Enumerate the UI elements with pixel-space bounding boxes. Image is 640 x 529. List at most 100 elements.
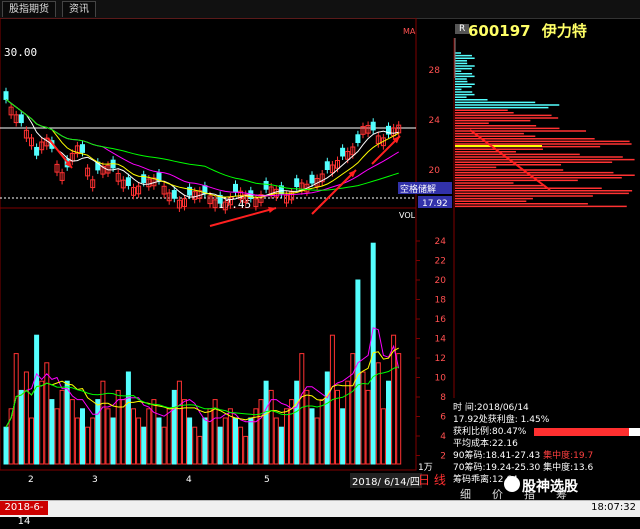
volume-bar [365, 389, 371, 465]
volume-bar [284, 408, 289, 465]
volume-bar [105, 408, 111, 465]
volume-bar [18, 389, 24, 465]
info-avgcost: 平均成本:22.16 [453, 439, 518, 449]
candle-body [309, 174, 315, 184]
volume-bar [197, 435, 203, 465]
info-conc90: 集中度:19.7 [543, 451, 594, 461]
wechat-icon [504, 476, 520, 492]
volume-bar [39, 380, 45, 465]
annotation-arrow-2 [311, 169, 357, 215]
info-ratio: 获利比例:80.47% [453, 427, 527, 437]
volume-bar [396, 353, 402, 465]
volume-bar [335, 389, 340, 465]
volume-bar [360, 371, 366, 465]
vol-axis-label: 20 [435, 276, 447, 286]
volume-bar [125, 371, 131, 465]
volume-bar [80, 408, 85, 465]
candle-body [324, 161, 330, 171]
volume-bar [304, 389, 310, 465]
kline-chart-area[interactable]: 30.0017.45MAVOL1万28242024222018161412108… [0, 18, 452, 488]
tab-news[interactable]: 资讯 [62, 1, 96, 17]
period-label[interactable]: 日 线 [418, 471, 446, 488]
vol-label: VOL [399, 211, 416, 220]
ratio-bar-rest [629, 427, 640, 436]
ma10-line [5, 99, 399, 198]
volume-bar [120, 399, 126, 465]
vol-axis-label: 2 [440, 452, 446, 462]
candle-body [355, 134, 361, 143]
vol-axis-label: 22 [435, 257, 446, 267]
watermark: 股神选股 [522, 479, 578, 495]
volume-bar [54, 408, 60, 465]
vol-axis-label: 12 [435, 354, 446, 364]
volume-bar [141, 426, 147, 465]
volume-bar [85, 426, 91, 465]
volume-bar [64, 380, 70, 465]
vol-axis-label: 8 [440, 393, 446, 403]
price-axis-label: 28 [429, 66, 441, 76]
candle-body [263, 180, 269, 190]
stock-title: 600197 伊力特 [468, 20, 587, 41]
volume-bar [49, 399, 55, 465]
volume-bar [69, 399, 75, 465]
info-chip90-row: 90筹码:18.41-27.43 集中度:19.7 [453, 450, 639, 462]
date-range: 2018/ 6/14/四 [350, 473, 422, 488]
volume-bar [202, 417, 208, 465]
volume-bar [90, 417, 96, 465]
candle-body [171, 190, 177, 199]
volume-bar [278, 426, 284, 465]
tab-index-futures[interactable]: 股指期货 [2, 1, 56, 17]
volume-bar [34, 334, 40, 465]
info-chip70-row: 70筹码:19.24-25.30 集中度:13.6 [453, 462, 639, 474]
volume-bar [243, 435, 249, 465]
x-axis-label: 5 [264, 475, 270, 485]
volume-bar [233, 417, 238, 465]
volume-bar [324, 371, 330, 465]
volume-bar [176, 380, 182, 465]
volume-bar [355, 279, 361, 465]
volume-bar [29, 417, 34, 465]
volume-bar [156, 417, 162, 465]
price-axis-label: 24 [429, 116, 441, 126]
volume-bar [187, 417, 193, 465]
volume-bar [380, 408, 386, 465]
volume-bar [182, 399, 187, 465]
price-right-label: 17.92 [422, 199, 448, 209]
volume-bar [319, 399, 325, 465]
volume-bar [222, 417, 228, 465]
stock-code: 600197 [468, 22, 531, 40]
candle-body [34, 146, 40, 156]
volume-bar [44, 362, 50, 465]
info-chip70: 70筹码:19.24-25.30 [453, 463, 541, 473]
vol-axis-label: 14 [435, 335, 447, 345]
stock-name: 伊力特 [541, 22, 587, 40]
volume-bar [386, 380, 391, 465]
volume-bar [74, 417, 80, 465]
volume-bar [294, 380, 300, 465]
candle-body [18, 114, 24, 124]
status-bar [0, 500, 640, 517]
info-conc70: 集中度:13.6 [543, 463, 594, 473]
volume-bar [110, 417, 116, 465]
volume-bar [166, 408, 172, 465]
volume-bar [95, 399, 101, 465]
info-time: 时 间:2018/06/14 [453, 403, 529, 413]
ma20-line [5, 99, 399, 197]
volume-bar [309, 408, 315, 465]
status-date: 2018-6-14 [0, 501, 48, 527]
volume-bar [192, 426, 198, 465]
volume-bar [146, 408, 152, 465]
info-ratio-row: 获利比例:80.47% [453, 426, 640, 438]
vol-axis-label: 10 [435, 374, 447, 384]
popup-label: 空格储解 [400, 183, 436, 195]
volume-bar [375, 362, 381, 465]
ratio-bar [534, 427, 630, 436]
price-high-label: 30.00 [4, 46, 37, 59]
info-chip90: 90筹码:18.41-27.43 [453, 451, 541, 461]
vol-axis-label: 4 [440, 432, 446, 442]
vol-axis-label: 24 [435, 237, 447, 247]
candle-body [125, 177, 131, 186]
volume-bar [340, 408, 346, 465]
candle-body [370, 121, 376, 131]
volume-bar [13, 353, 19, 465]
